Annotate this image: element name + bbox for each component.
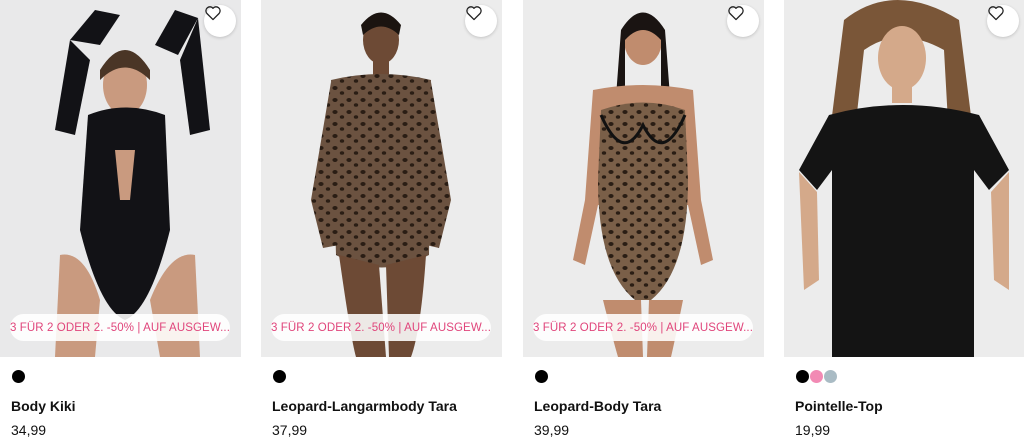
product-price: 37,99 <box>272 422 308 438</box>
product-name[interactable]: Pointelle-Top <box>795 398 883 414</box>
wishlist-button[interactable] <box>204 5 236 37</box>
color-swatch-pink[interactable] <box>809 369 824 384</box>
promo-badge[interactable]: 3 FÜR 2 ODER 2. -50% | AUF AUSGEW... <box>271 314 491 341</box>
product-image[interactable]: 3 FÜR 2 ODER 2. -50% | AUF AUSGEW... <box>261 0 502 357</box>
product-name[interactable]: Body Kiki <box>11 398 76 414</box>
wishlist-button[interactable] <box>987 5 1019 37</box>
color-swatch-blue-grey[interactable] <box>823 369 838 384</box>
wishlist-button[interactable] <box>727 5 759 37</box>
model-photo-illustration <box>261 0 502 357</box>
color-swatches <box>11 369 26 385</box>
model-photo-illustration <box>0 0 241 357</box>
product-card[interactable]: 3 FÜR 2 ODER 2. -50% | AUF AUSGEW... Leo… <box>523 0 764 440</box>
product-image[interactable]: 3 FÜR 2 ODER 2. -50% | AUF AUSGEW... <box>523 0 764 357</box>
product-card[interactable]: 3 FÜR 2 ODER 2. -50% | AUF AUSGEW... Bod… <box>0 0 241 440</box>
product-image[interactable] <box>784 0 1024 357</box>
color-swatch-black[interactable] <box>534 369 549 384</box>
product-price: 39,99 <box>534 422 570 438</box>
product-card[interactable]: Pointelle-Top 19,99 <box>784 0 1024 440</box>
color-swatches <box>272 369 287 385</box>
product-name[interactable]: Leopard-Body Tara <box>534 398 661 414</box>
color-swatch-black[interactable] <box>11 369 26 384</box>
color-swatches <box>795 369 838 385</box>
promo-badge[interactable]: 3 FÜR 2 ODER 2. -50% | AUF AUSGEW... <box>533 314 753 341</box>
model-photo-illustration <box>523 0 764 357</box>
product-name[interactable]: Leopard-Langarmbody Tara <box>272 398 457 414</box>
model-photo-illustration <box>784 0 1024 357</box>
product-price: 34,99 <box>11 422 47 438</box>
color-swatches <box>534 369 549 385</box>
product-card[interactable]: 3 FÜR 2 ODER 2. -50% | AUF AUSGEW... Leo… <box>261 0 502 440</box>
color-swatch-black[interactable] <box>795 369 810 384</box>
product-price: 19,99 <box>795 422 831 438</box>
heart-outline-icon <box>466 6 482 21</box>
color-swatch-black[interactable] <box>272 369 287 384</box>
wishlist-button[interactable] <box>465 5 497 37</box>
product-image[interactable]: 3 FÜR 2 ODER 2. -50% | AUF AUSGEW... <box>0 0 241 357</box>
heart-outline-icon <box>205 6 221 21</box>
promo-badge[interactable]: 3 FÜR 2 ODER 2. -50% | AUF AUSGEW... <box>10 314 230 341</box>
heart-outline-icon <box>728 6 744 21</box>
heart-outline-icon <box>988 6 1004 21</box>
